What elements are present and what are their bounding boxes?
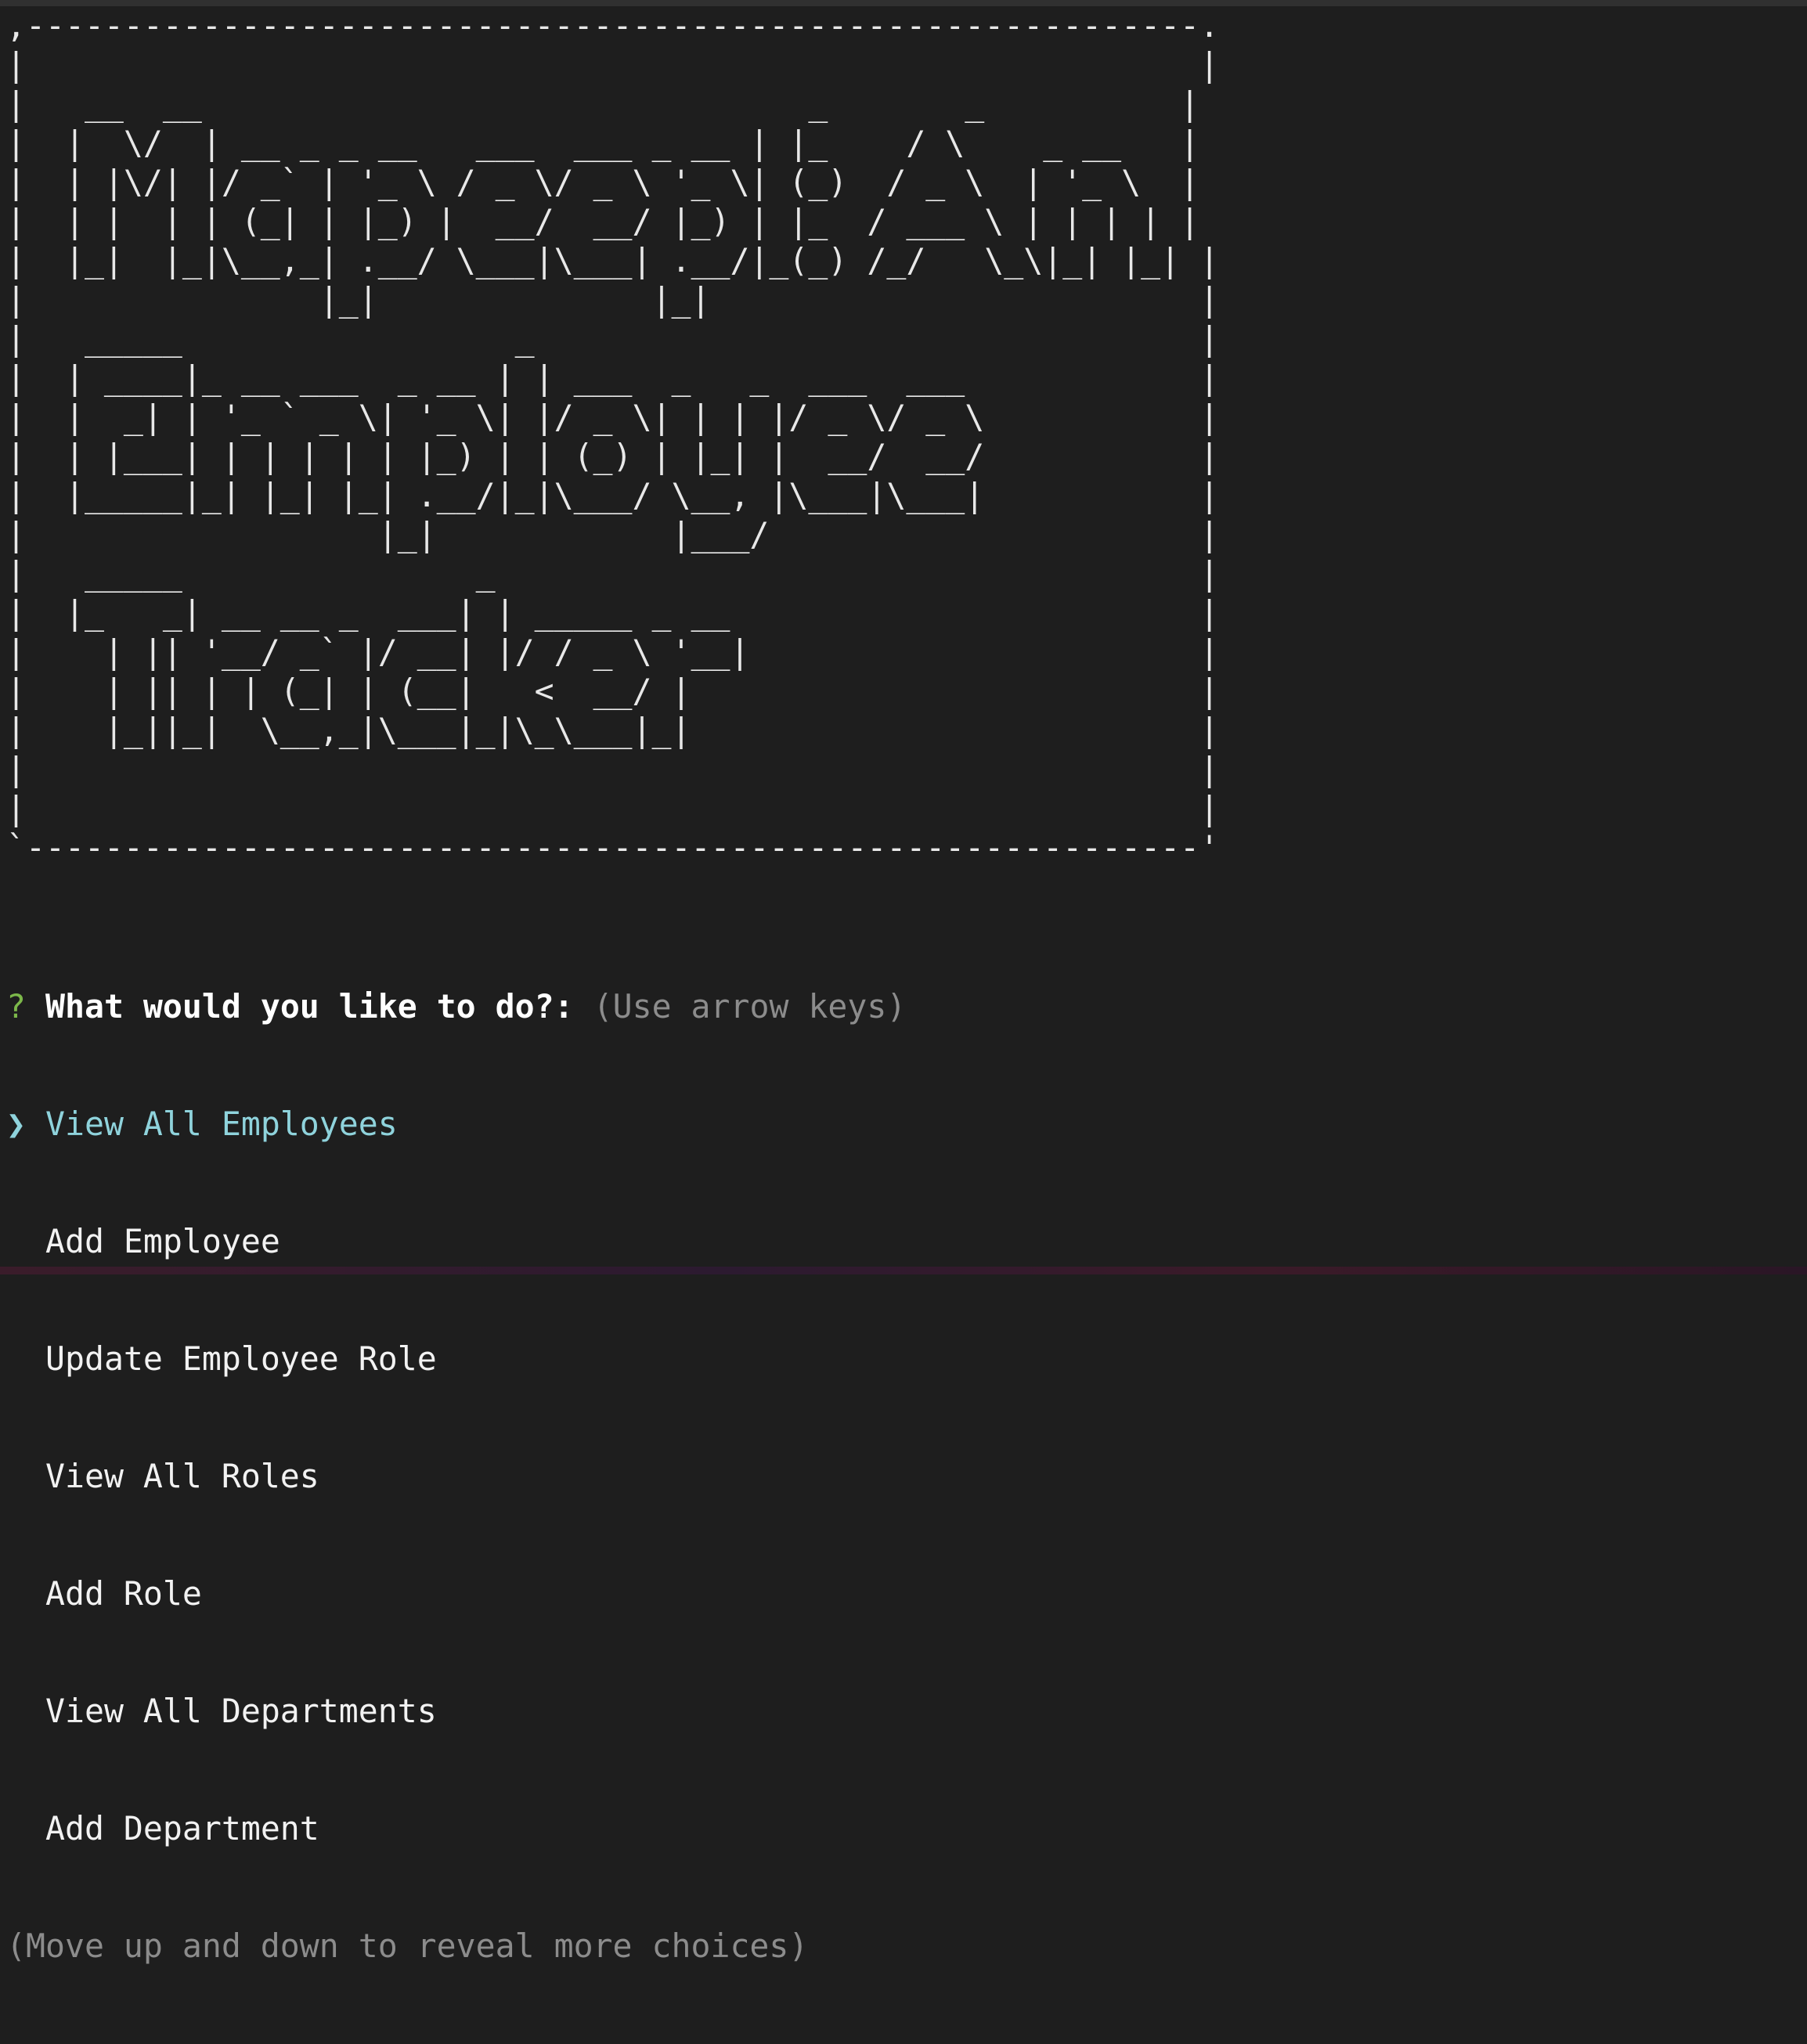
- banner-line: | |: [6, 750, 1220, 788]
- choice-item[interactable]: Add Role: [6, 1574, 906, 1613]
- banner-line: | __ __ _ _ |: [6, 85, 1200, 123]
- choice-item-selected[interactable]: ❯ View All Employees: [6, 1105, 906, 1144]
- question-line: ? What would you like to do?: (Use arrow…: [6, 987, 906, 1026]
- choice-item[interactable]: Update Employee Role: [6, 1339, 906, 1379]
- choice-label: Add Employee: [45, 1222, 280, 1260]
- banner-line: | | | | | (_| | |_) | __/ __/ |_) | |_ /…: [6, 202, 1200, 240]
- banner-line: | |_____|_| |_| |_| .__/|_|\___/ \__, |\…: [6, 476, 1220, 514]
- banner-line: | |_| |_| |: [6, 280, 1220, 319]
- choice-label: View All Departments: [45, 1692, 437, 1730]
- banner-line: | |_ _| __ __ _ ___| | _____ _ __ |: [6, 593, 1220, 632]
- inquirer-prompt: ? What would you like to do?: (Use arrow…: [6, 909, 906, 2044]
- banner-line: | |_| |___/ |: [6, 515, 1220, 553]
- more-choices-hint: (Move up and down to reveal more choices…: [6, 1927, 809, 1965]
- choice-item[interactable]: Add Employee: [6, 1222, 906, 1261]
- desktop-strip: [0, 1267, 1807, 1274]
- choice-item[interactable]: View All Roles: [6, 1457, 906, 1496]
- question-text: What would you like to do?:: [45, 987, 574, 1026]
- choice-label: View All Employees: [45, 1105, 398, 1143]
- banner-line: | | || | | (_| | (__| < __/ | |: [6, 672, 1220, 710]
- banner-line: | | ____|_ __ ___ _ __ | | ___ _ _ ___ _…: [6, 359, 1220, 397]
- banner-line: | |_| |_|\__,_| .__/ \___|\___| .__/|_(_…: [6, 241, 1220, 279]
- banner-line: | | _| | '_ ` _ \| '_ \| |/ _ \| | | |/ …: [6, 398, 1220, 436]
- banner-line: | |: [6, 789, 1220, 827]
- choice-item[interactable]: Add Department: [6, 1809, 906, 1848]
- banner-line: | | || '__/ _` |/ __| |/ / _ \ '__| |: [6, 633, 1220, 671]
- ascii-banner: ,---------------------------------------…: [6, 6, 1219, 867]
- choice-label: Add Role: [45, 1574, 202, 1613]
- banner-line: | |: [6, 45, 1220, 84]
- banner-line: | | |___| | | | | | |_) | | (_) | |_| | …: [6, 437, 1220, 475]
- question-mark-icon: ?: [6, 987, 26, 1026]
- banner-line: | | |\/| |/ _` | '_ \ / _ \/ _ \ '_ \| (…: [6, 163, 1200, 201]
- banner-line: | |_||_| \__,_|\___|_|\_\___|_| |: [6, 711, 1220, 749]
- banner-line: ,---------------------------------------…: [6, 6, 1220, 45]
- question-hint: (Use arrow keys): [593, 987, 907, 1026]
- banner-line: `---------------------------------------…: [6, 828, 1220, 867]
- choice-label: Add Department: [45, 1809, 319, 1848]
- choice-label: View All Roles: [45, 1457, 319, 1495]
- choice-item[interactable]: View All Departments: [6, 1692, 906, 1731]
- banner-line: | | \/ | __ _ _ __ ___ ___ _ __ | |_ / \…: [6, 124, 1200, 162]
- terminal-window: ,---------------------------------------…: [0, 0, 1807, 1965]
- choice-label: Update Employee Role: [45, 1339, 437, 1378]
- pointer-icon: ❯: [6, 1105, 26, 1143]
- banner-line: | _____ _ |: [6, 319, 1220, 358]
- banner-line: | _____ _ |: [6, 554, 1220, 593]
